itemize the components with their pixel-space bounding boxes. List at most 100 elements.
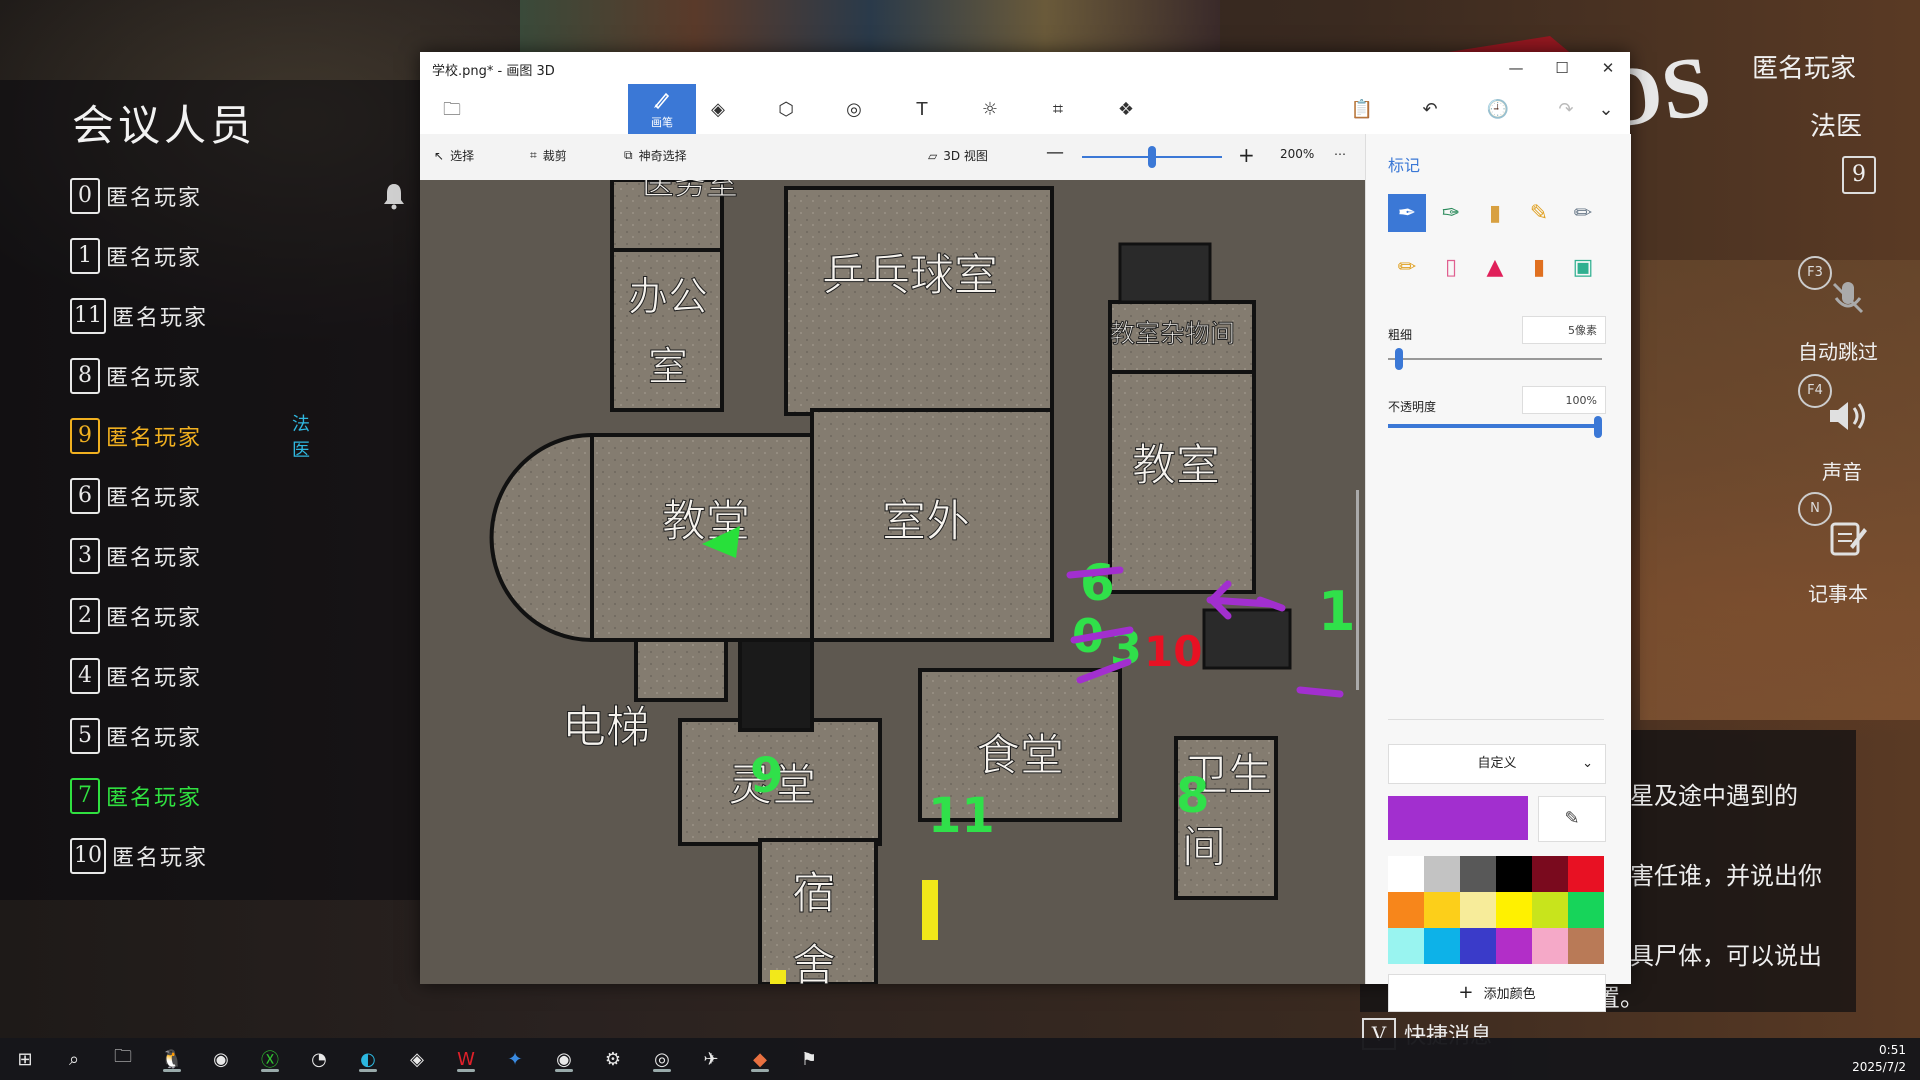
brushes-tab[interactable]: 画笔 <box>628 84 696 134</box>
color-swatch[interactable] <box>1388 928 1424 964</box>
steam-icon[interactable]: ⚙ <box>596 1044 630 1074</box>
pixel-pen-icon[interactable]: ✏ <box>1564 194 1602 232</box>
color-swatch[interactable] <box>1424 856 1460 892</box>
mic-muted-icon[interactable] <box>1828 278 1868 318</box>
pencil-icon[interactable]: ✏ <box>1388 248 1426 286</box>
bell-icon[interactable] <box>382 182 406 210</box>
undo-icon[interactable]: ↶ <box>1410 92 1450 128</box>
crop-button[interactable]: ⌗ 裁剪 <box>530 147 567 164</box>
watercolor-icon[interactable]: ✎ <box>1520 194 1558 232</box>
eraser-icon[interactable]: ▯ <box>1432 248 1470 286</box>
speaker-icon[interactable] <box>1826 398 1872 434</box>
fill-bucket-icon[interactable]: ▣ <box>1564 248 1602 286</box>
player-row[interactable]: 8 匿名玩家 <box>70 358 202 394</box>
color-swatch[interactable] <box>1532 892 1568 928</box>
zoom-out-button[interactable]: — <box>1046 142 1064 163</box>
player-row[interactable]: 5 匿名玩家 <box>70 718 202 754</box>
player-row[interactable]: 7 匿名玩家 <box>70 778 202 814</box>
opacity-input[interactable]: 100% <box>1522 386 1606 414</box>
minimize-button[interactable]: — <box>1496 56 1536 80</box>
qq-icon[interactable]: 🐧 <box>155 1044 189 1074</box>
opacity-slider-thumb[interactable] <box>1594 416 1602 438</box>
color-swatch[interactable] <box>1424 892 1460 928</box>
3d-shapes-icon[interactable]: ⬡ <box>766 92 806 128</box>
thickness-slider[interactable] <box>1388 358 1602 360</box>
crayon-icon[interactable]: ▲ <box>1476 248 1514 286</box>
qq-browser2-icon[interactable]: ◉ <box>547 1044 581 1074</box>
add-color-button[interactable]: + 添加颜色 <box>1388 974 1606 1012</box>
color-swatch[interactable] <box>1388 892 1424 928</box>
wps-icon[interactable]: W <box>449 1044 483 1074</box>
2d-shapes-icon[interactable]: ◈ <box>698 92 738 128</box>
marker-icon[interactable]: ✒ <box>1388 194 1426 232</box>
spray-can-icon[interactable]: ▮ <box>1520 248 1558 286</box>
expand-icon[interactable]: ⌄ <box>1586 92 1626 128</box>
search-icon[interactable]: ⌕ <box>57 1044 91 1074</box>
color-swatch[interactable] <box>1496 856 1532 892</box>
speedtest-icon[interactable]: ◔ <box>302 1044 336 1074</box>
xbox-icon[interactable]: Ⓧ <box>253 1044 287 1074</box>
history-icon[interactable]: 🕘 <box>1478 92 1518 128</box>
game-icon[interactable]: ⚑ <box>792 1044 826 1074</box>
maximize-button[interactable]: ☐ <box>1542 56 1582 80</box>
calligraphy-pen-icon[interactable]: ✑ <box>1432 194 1470 232</box>
windows-icon[interactable]: ⊞ <box>8 1044 42 1074</box>
microsoft365-icon[interactable]: ◈ <box>400 1044 434 1074</box>
player-row[interactable]: 6 匿名玩家 <box>70 478 202 514</box>
folder-icon[interactable]: 🗀 <box>432 92 472 128</box>
close-button[interactable]: ✕ <box>1588 56 1628 80</box>
color-swatch[interactable] <box>1496 892 1532 928</box>
file-explorer-icon[interactable]: 🗀 <box>106 1044 140 1074</box>
redo-icon[interactable]: ↷ <box>1546 92 1586 128</box>
player-row[interactable]: 3 匿名玩家 <box>70 538 202 574</box>
paste-icon[interactable]: 📋 <box>1342 92 1382 128</box>
color-swatch[interactable] <box>1568 928 1604 964</box>
player-row[interactable]: 4 匿名玩家 <box>70 658 202 694</box>
effects-icon[interactable]: ☼ <box>970 92 1010 128</box>
opacity-slider[interactable] <box>1388 424 1602 428</box>
zoom-in-button[interactable]: + <box>1238 143 1255 167</box>
3d-library-icon[interactable]: ❖ <box>1106 92 1146 128</box>
canvas-scrollbar[interactable] <box>1356 490 1359 690</box>
taskbar-clock[interactable]: 0:51 2025/7/2 <box>1852 1042 1906 1076</box>
canvas-icon[interactable]: ⌗ <box>1038 92 1078 128</box>
zoom-slider-thumb[interactable] <box>1148 146 1156 168</box>
color-mode-dropdown[interactable]: 自定义 ⌄ <box>1388 744 1606 784</box>
color-swatch[interactable] <box>1460 856 1496 892</box>
stickers-icon[interactable]: ◎ <box>834 92 874 128</box>
thickness-slider-thumb[interactable] <box>1394 348 1403 370</box>
edge-icon[interactable]: ◐ <box>351 1044 385 1074</box>
color-swatch[interactable] <box>1568 892 1604 928</box>
player-row[interactable]: 11 匿名玩家 <box>70 298 208 334</box>
notepad-icon[interactable] <box>1828 518 1868 558</box>
more-options-icon[interactable]: ⋯ <box>1334 147 1346 161</box>
color-swatch[interactable] <box>1496 928 1532 964</box>
current-color-swatch[interactable] <box>1388 796 1528 840</box>
player-row[interactable]: 1 匿名玩家 <box>70 238 202 274</box>
player-row[interactable]: 0 匿名玩家 <box>70 178 202 214</box>
app-circle-icon[interactable]: ◎ <box>645 1044 679 1074</box>
color-swatch[interactable] <box>1460 928 1496 964</box>
player-row[interactable]: 9 匿名玩家 法医 <box>70 414 310 461</box>
feishu-icon[interactable]: ✦ <box>498 1044 532 1074</box>
player-row[interactable]: 10 匿名玩家 <box>70 838 208 874</box>
oil-brush-icon[interactable]: ▮ <box>1476 194 1514 232</box>
magic-select-button[interactable]: ⧉ 神奇选择 <box>624 147 687 164</box>
color-swatch[interactable] <box>1532 856 1568 892</box>
color-swatch[interactable] <box>1388 856 1424 892</box>
game-launcher-icon[interactable]: ✈ <box>694 1044 728 1074</box>
qq-browser-icon[interactable]: ◉ <box>204 1044 238 1074</box>
drawing-canvas[interactable]: 医务室 办公 室 乒乓球室 教室杂物间 教室 教堂 室外 电梯 灵堂 食堂 卫生… <box>420 180 1365 984</box>
color-swatch[interactable] <box>1460 892 1496 928</box>
color-swatch[interactable] <box>1568 856 1604 892</box>
thickness-input[interactable]: 5像素 <box>1522 316 1606 344</box>
eyedropper-icon[interactable]: ✎ <box>1538 796 1606 842</box>
player-row[interactable]: 2 匿名玩家 <box>70 598 202 634</box>
player-number: 6 <box>70 478 100 514</box>
view3d-button[interactable]: ▱ 3D 视图 <box>928 147 988 164</box>
text-icon[interactable]: T <box>902 92 942 128</box>
select-button[interactable]: ↖ 选择 <box>434 147 474 164</box>
paint3d-icon[interactable]: ◆ <box>743 1044 777 1074</box>
color-swatch[interactable] <box>1532 928 1568 964</box>
color-swatch[interactable] <box>1424 928 1460 964</box>
